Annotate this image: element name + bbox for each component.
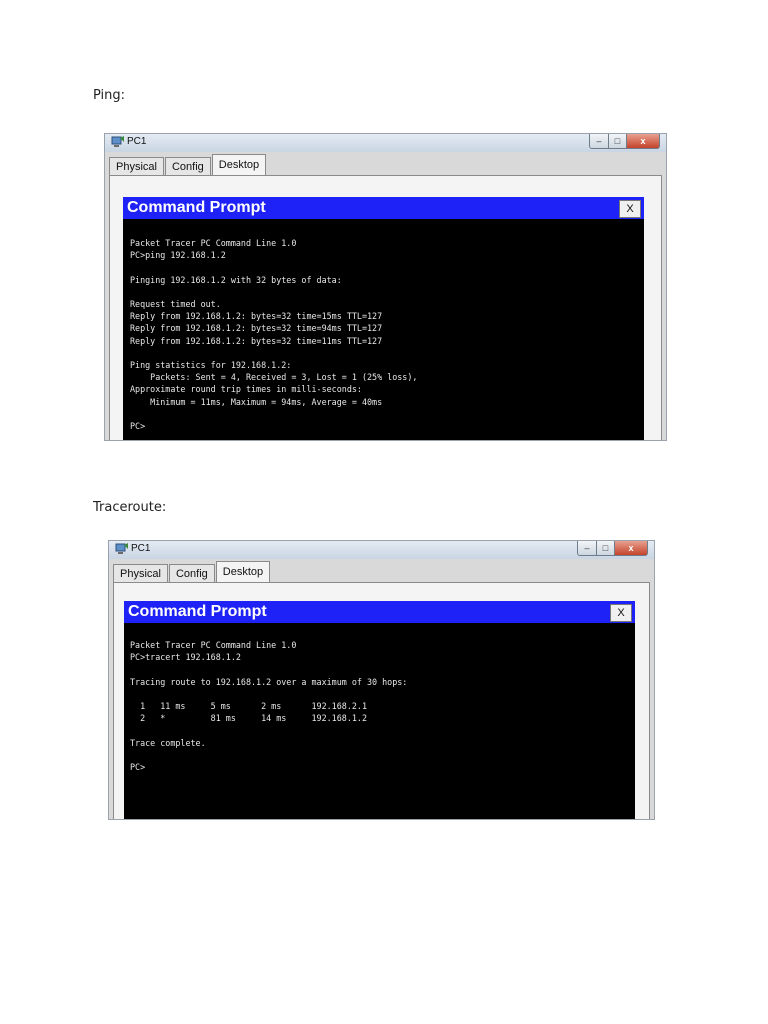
tab-desktop[interactable]: Desktop [211,154,267,175]
console-output[interactable]: Packet Tracer PC Command Line 1.0 PC>pin… [123,219,644,440]
tab-physical[interactable]: Physical [113,564,168,582]
console-text: Packet Tracer PC Command Line 1.0 PC>pin… [130,238,418,432]
minimize-button[interactable]: – [589,134,609,149]
tab-physical[interactable]: Physical [109,157,164,175]
traceroute-pc1-window: PC1 – □ x Physical Config Desktop Comman… [108,540,655,820]
close-icon: x [628,542,634,553]
ping-pc1-window: PC1 – □ x Physical Config Desktop Comman… [104,133,667,441]
window-tabs: Physical Config Desktop [113,561,271,582]
window-titlebar: PC1 – □ x [109,541,654,559]
close-icon: X [617,607,625,619]
window-tabs: Physical Config Desktop [109,154,267,175]
maximize-icon: □ [614,135,621,146]
minimize-icon: – [596,135,602,146]
window-controls: – □ x [589,134,660,149]
command-prompt-title: Command Prompt [127,199,266,216]
minimize-button[interactable]: – [577,541,597,556]
command-prompt-close-button[interactable]: X [619,200,641,218]
window-controls: – □ x [577,541,648,556]
window-title: PC1 [131,543,151,554]
close-icon: x [640,135,646,146]
close-window-button[interactable]: x [627,134,660,149]
console-text: Packet Tracer PC Command Line 1.0 PC>tra… [130,640,408,773]
console-output[interactable]: Packet Tracer PC Command Line 1.0 PC>tra… [124,623,635,819]
tab-desktop[interactable]: Desktop [215,561,271,582]
maximize-button[interactable]: □ [597,541,615,556]
traceroute-section-label: Traceroute: [93,500,167,515]
close-icon: X [626,203,634,215]
tab-config[interactable]: Config [164,157,211,175]
desktop-panel: Command Prompt X Packet Tracer PC Comman… [113,582,650,819]
maximize-icon: □ [602,542,609,553]
minimize-icon: – [584,542,590,553]
command-prompt-header: Command Prompt X [124,601,635,623]
command-prompt-title: Command Prompt [128,603,267,620]
desktop-panel: Command Prompt X Packet Tracer PC Comman… [109,175,662,440]
maximize-button[interactable]: □ [609,134,627,149]
tab-config[interactable]: Config [168,564,215,582]
close-window-button[interactable]: x [615,541,648,556]
window-titlebar: PC1 – □ x [105,134,666,152]
pc-app-icon [111,136,124,147]
pc-app-icon [115,543,128,554]
window-title: PC1 [127,136,147,147]
command-prompt-close-button[interactable]: X [610,604,632,622]
command-prompt-header: Command Prompt X [123,197,644,219]
ping-section-label: Ping: [93,88,126,103]
